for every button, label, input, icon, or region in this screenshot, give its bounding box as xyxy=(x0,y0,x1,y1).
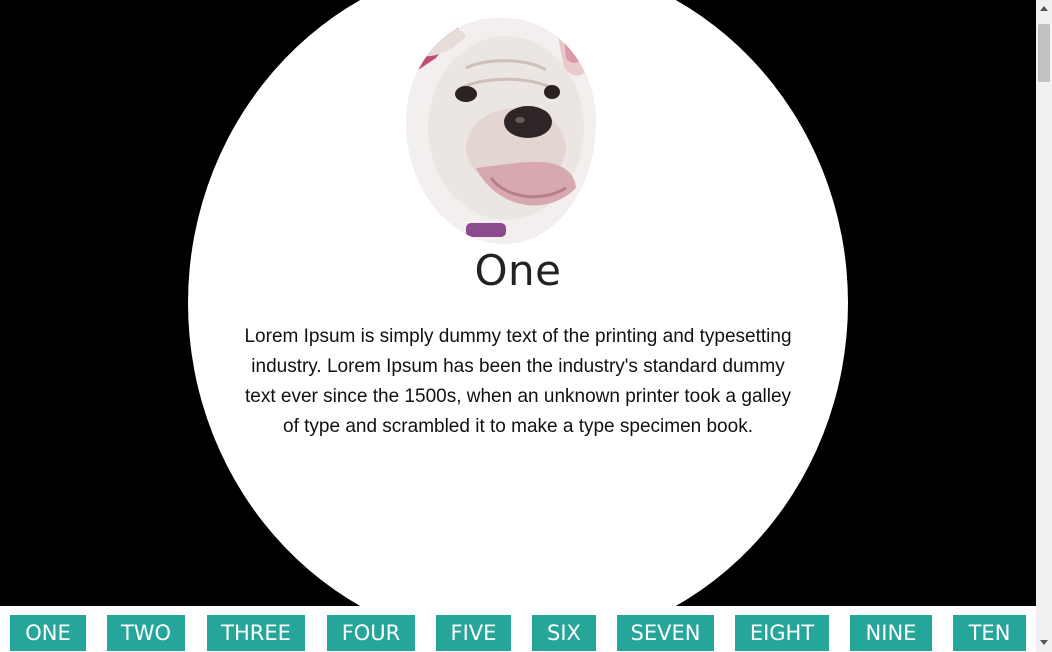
nav-button-four[interactable]: FOUR xyxy=(327,615,415,651)
nav-button-two[interactable]: TWO xyxy=(107,615,185,651)
nav-button-seven[interactable]: SEVEN xyxy=(617,615,714,651)
scroll-up-arrow-icon[interactable] xyxy=(1040,6,1048,11)
slide-content: One Lorem Ipsum is simply dummy text of … xyxy=(188,0,848,606)
scroll-down-arrow-icon[interactable] xyxy=(1040,640,1048,645)
slide-description: Lorem Ipsum is simply dummy text of the … xyxy=(244,326,792,437)
vertical-scrollbar[interactable] xyxy=(1036,0,1052,652)
slide-nav-bar: ONE TWO THREE FOUR FIVE SIX SEVEN EIGHT … xyxy=(0,606,1036,652)
slide-viewport: One Lorem Ipsum is simply dummy text of … xyxy=(0,0,1036,606)
nav-button-one[interactable]: ONE xyxy=(10,615,86,651)
nav-button-six[interactable]: SIX xyxy=(532,615,596,651)
nav-button-three[interactable]: THREE xyxy=(207,615,305,651)
slide-title: One xyxy=(474,246,562,295)
nav-button-eight[interactable]: EIGHT xyxy=(735,615,829,651)
scrollbar-thumb[interactable] xyxy=(1038,24,1050,82)
nav-button-ten[interactable]: TEN xyxy=(953,615,1026,651)
nav-button-nine[interactable]: NINE xyxy=(850,615,932,651)
nav-button-five[interactable]: FIVE xyxy=(436,615,511,651)
bulldog-photo xyxy=(406,18,596,244)
